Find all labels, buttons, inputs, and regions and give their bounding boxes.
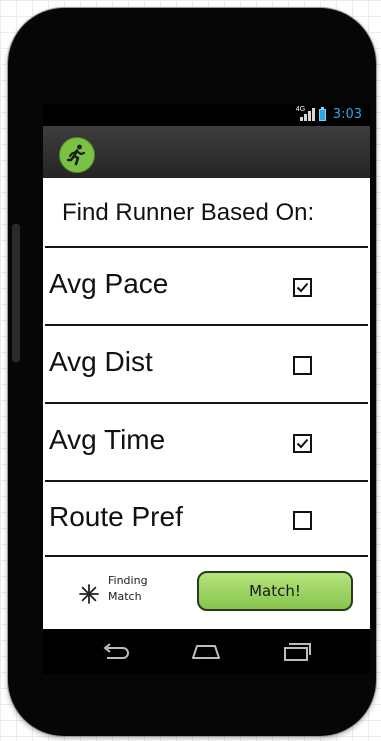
running-man-icon[interactable] — [59, 137, 95, 173]
criteria-label: Route Pref — [49, 501, 183, 532]
criteria-row-avg-time[interactable]: Avg Time — [45, 406, 368, 482]
network-type-label: 4G — [295, 106, 306, 113]
phone-frame: 4G 3:03 Find Runner Based On: Avg Pace A… — [8, 8, 376, 736]
avg-pace-checkbox[interactable] — [293, 278, 312, 297]
status-icons: 4G 3:03 — [296, 106, 362, 122]
status-line-2: Match — [108, 590, 142, 603]
action-bar — [43, 126, 370, 178]
spinner-icon — [79, 584, 99, 604]
home-icon[interactable] — [189, 639, 223, 663]
volume-button[interactable] — [12, 224, 20, 362]
recents-icon[interactable] — [280, 639, 314, 663]
avg-time-checkbox[interactable] — [293, 434, 312, 453]
criteria-row-route-pref[interactable]: Route Pref — [45, 484, 368, 557]
criteria-row-avg-pace[interactable]: Avg Pace — [45, 250, 368, 326]
status-bar: 4G 3:03 — [43, 104, 370, 126]
avg-dist-checkbox[interactable] — [293, 356, 312, 375]
match-footer: Finding Match Match! — [43, 557, 370, 629]
status-line-1: Finding — [108, 574, 148, 587]
criteria-header: Find Runner Based On: — [45, 182, 368, 248]
phone-screen: 4G 3:03 Find Runner Based On: Avg Pace A… — [43, 104, 370, 674]
nav-bar — [43, 629, 370, 674]
clock: 3:03 — [332, 107, 362, 122]
finding-match-status: Finding Match — [108, 573, 158, 605]
criteria-row-avg-dist[interactable]: Avg Dist — [45, 328, 368, 404]
signal-icon: 4G — [296, 106, 315, 121]
criteria-label: Avg Dist — [49, 346, 153, 377]
battery-icon — [318, 106, 326, 121]
page-title: Find Runner Based On: — [62, 199, 315, 226]
criteria-label: Avg Time — [49, 424, 166, 455]
match-button[interactable]: Match! — [197, 571, 353, 611]
route-pref-checkbox[interactable] — [293, 511, 312, 530]
criteria-label: Avg Pace — [49, 268, 169, 299]
back-icon[interactable] — [99, 639, 133, 663]
